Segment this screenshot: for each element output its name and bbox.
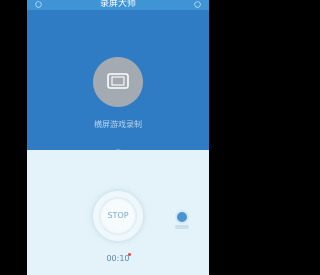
mode-panel: 横屏游戏录制 bbox=[27, 10, 209, 150]
app-title: 录屏大师 bbox=[99, 0, 136, 9]
landscape-phone-icon bbox=[107, 73, 129, 89]
stop-button[interactable]: STOP bbox=[93, 191, 143, 241]
stop-button-label: STOP bbox=[99, 197, 137, 235]
control-panel: STOP 00:10 bbox=[27, 150, 209, 275]
side-toggle-track bbox=[175, 225, 189, 229]
mode-button[interactable] bbox=[93, 57, 143, 107]
app-screen: 录屏大师 横屏游戏录制 STOP 00:10 bbox=[27, 0, 209, 275]
side-toggle-button[interactable] bbox=[177, 212, 187, 222]
mode-label: 横屏游戏录制 bbox=[94, 120, 142, 129]
title-bar: 录屏大师 bbox=[27, 0, 209, 10]
recording-timer: 00:10 bbox=[106, 254, 130, 263]
settings-icon[interactable] bbox=[194, 1, 201, 8]
recording-indicator-dot bbox=[128, 253, 131, 256]
